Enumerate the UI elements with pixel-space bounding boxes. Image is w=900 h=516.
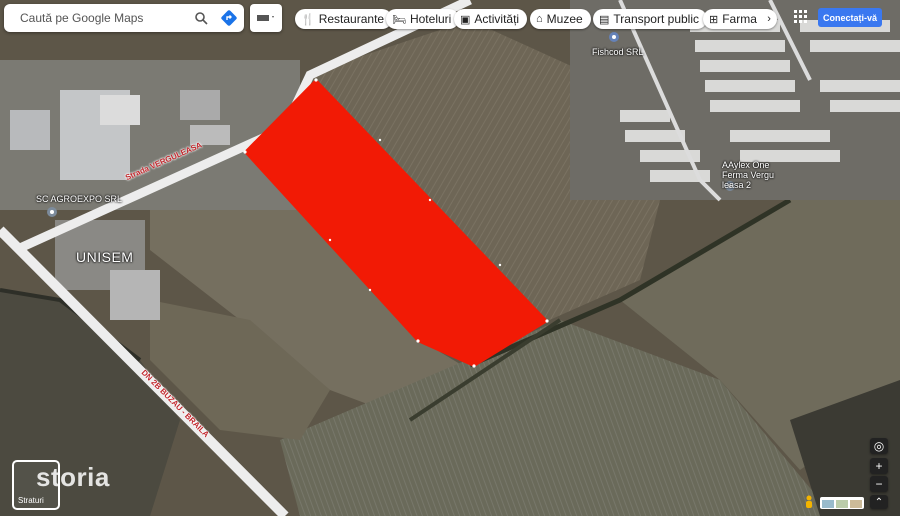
pharmacy-icon: ⊞ [709, 13, 719, 26]
sign-in-button[interactable]: Conectați-vă [818, 8, 882, 27]
pegman-icon[interactable] [803, 495, 815, 511]
map-type-button[interactable] [250, 4, 282, 32]
place-label-fishcod[interactable]: Fishcod SRL [592, 47, 644, 57]
chip-label: Transport public [613, 12, 699, 26]
chip-activitati[interactable]: ▣ Activități [454, 9, 528, 29]
bus-icon: ▤ [599, 13, 610, 26]
expand-icon[interactable]: ⌃ [870, 495, 888, 509]
chip-label: Restaurante [318, 12, 385, 26]
apps-grid-icon[interactable] [794, 10, 808, 24]
satellite-map[interactable] [0, 0, 900, 516]
chip-farma[interactable]: ⊞ Farma › [703, 9, 777, 29]
watermark-logo: storia [36, 462, 110, 492]
chip-label: Muzee [546, 12, 583, 26]
zoom-out-button[interactable]: − [870, 476, 888, 492]
chip-hoteluri[interactable]: 🛏 Hoteluri [386, 9, 460, 29]
chip-muzee[interactable]: ⌂ Muzee [530, 9, 591, 29]
layers-label: Straturi [18, 496, 44, 505]
pin-icon [609, 32, 619, 42]
chip-label: Hoteluri [409, 12, 452, 26]
camera-icon: ▣ [460, 13, 471, 26]
utensils-icon: 🍴 [301, 13, 315, 26]
chip-restaurante[interactable]: 🍴 Restaurante [295, 9, 393, 29]
search-icon[interactable] [190, 7, 212, 29]
place-label-agroexpo[interactable]: SC AGROEXPO SRL [36, 194, 122, 204]
my-location-button[interactable]: ◎ [870, 438, 888, 454]
chevron-right-icon[interactable]: › [767, 13, 771, 25]
zoom-in-button[interactable]: + [870, 458, 888, 474]
museum-icon: ⌂ [536, 13, 543, 25]
imagery-thumbnails[interactable] [820, 497, 864, 509]
chip-label: Farma [722, 12, 757, 26]
search-input[interactable] [18, 10, 182, 26]
bed-icon: 🛏 [392, 13, 406, 26]
place-label-unisem[interactable]: UNISEM [76, 249, 133, 265]
directions-icon[interactable] [218, 7, 240, 29]
pin-icon [47, 207, 57, 217]
chip-label: Activități [474, 12, 520, 26]
chip-transport-public[interactable]: ▤ Transport public [593, 9, 707, 29]
search-box[interactable] [4, 4, 244, 32]
layers-icon [257, 15, 274, 21]
place-label-ferma[interactable]: AAylex One Ferma Vergu leasa 2 [722, 160, 794, 190]
